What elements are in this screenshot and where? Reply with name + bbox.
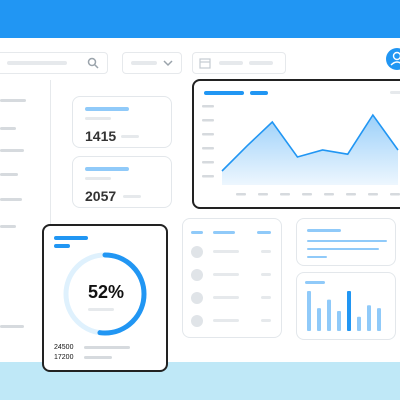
stat-card-2-title-line (85, 167, 129, 171)
list-header-1 (191, 231, 203, 234)
x-tick-7 (368, 193, 378, 196)
chevron-down-icon (163, 60, 173, 67)
stat-card-1-value: 1415 (85, 128, 117, 144)
search-placeholder-line (7, 61, 67, 65)
progress-line-3 (307, 256, 327, 258)
sidebar-item-4[interactable] (0, 173, 18, 176)
progress-lines-title (307, 229, 341, 232)
top-band (0, 0, 400, 38)
list-row-1-text (213, 250, 239, 253)
donut-row-1-line (84, 346, 130, 349)
search-icon[interactable] (87, 57, 99, 69)
stat-card-2-trend-line (123, 195, 141, 198)
progress-lines-card[interactable] (296, 218, 396, 266)
list-row-4-value (261, 319, 271, 322)
list-row-1-value (261, 250, 271, 253)
x-tick-8 (390, 193, 400, 196)
date-line-2 (249, 61, 273, 65)
stat-card-1-trend-line (121, 135, 139, 138)
donut-caption-line (88, 308, 114, 311)
area-chart (202, 105, 400, 196)
x-tick-1 (236, 193, 246, 196)
filter-select[interactable] (122, 52, 182, 74)
calendar-icon (199, 58, 211, 69)
donut-row-2-line (84, 356, 112, 359)
y-tick-2 (202, 119, 214, 122)
y-tick-4 (202, 147, 214, 150)
x-tick-3 (280, 193, 290, 196)
date-line-1 (219, 61, 243, 65)
x-tick-5 (324, 193, 334, 196)
x-tick-4 (302, 193, 312, 196)
sidebar-item-6[interactable] (0, 225, 16, 228)
list-row-3-value (261, 296, 271, 299)
stat-card-2-subtitle-line (85, 177, 111, 180)
list-row-4-avatar (191, 315, 203, 327)
list-row-2-text (213, 273, 239, 276)
bar-6 (357, 316, 361, 331)
donut-row-2-value: 17200 (54, 354, 74, 361)
y-tick-1 (202, 105, 214, 108)
bar-5 (347, 291, 351, 331)
donut-row-1-value: 24500 (54, 344, 74, 351)
bar-2 (317, 308, 321, 331)
list-row-2-value (261, 273, 271, 276)
avatar[interactable] (386, 48, 400, 70)
select-value-line (131, 61, 157, 65)
stat-card-2-value: 2057 (85, 188, 117, 204)
date-picker[interactable] (192, 52, 286, 74)
stat-card-1[interactable]: 1415 (72, 96, 172, 148)
sidebar-item-1[interactable] (0, 99, 26, 102)
list-header-3 (257, 231, 271, 234)
bar-chart-card[interactable] (296, 272, 396, 340)
sidebar-item-5[interactable] (0, 198, 22, 201)
y-tick-5 (202, 161, 214, 164)
stat-card-1-title-line (85, 107, 129, 111)
list-row-2-avatar (191, 269, 203, 281)
area-fill (222, 115, 398, 185)
donut-percent: 52% (87, 282, 125, 302)
list-row-3-text (213, 296, 239, 299)
bar-3 (327, 299, 331, 331)
sidebar-item-3[interactable] (0, 149, 24, 152)
list-card[interactable] (182, 218, 282, 338)
stat-card-1-subtitle-line (85, 117, 111, 120)
x-tick-2 (258, 193, 268, 196)
donut-card[interactable]: 52% 24500 17200 (42, 224, 168, 372)
x-tick-6 (346, 193, 356, 196)
list-row-3-avatar (191, 292, 203, 304)
sidebar-item-7[interactable] (0, 325, 24, 328)
sidebar-item-2[interactable] (0, 127, 16, 130)
bar-8 (377, 308, 381, 331)
list-row-4-text (213, 319, 239, 322)
search-input[interactable] (0, 52, 108, 74)
dashboard-window: 1415 2057 52% 24500 17200 (0, 38, 400, 372)
list-row-1-avatar (191, 246, 203, 258)
bar-chart (307, 291, 381, 331)
bar-4 (337, 311, 341, 331)
bar-7 (367, 305, 371, 331)
stat-card-2[interactable]: 2057 (72, 156, 172, 208)
progress-line-2 (307, 248, 379, 250)
y-tick-6 (202, 175, 214, 178)
bar-1 (307, 291, 311, 331)
progress-line-1 (307, 240, 387, 242)
list-header-2 (213, 231, 235, 234)
y-tick-3 (202, 133, 214, 136)
user-icon (390, 51, 400, 66)
area-chart-card[interactable] (192, 79, 400, 209)
